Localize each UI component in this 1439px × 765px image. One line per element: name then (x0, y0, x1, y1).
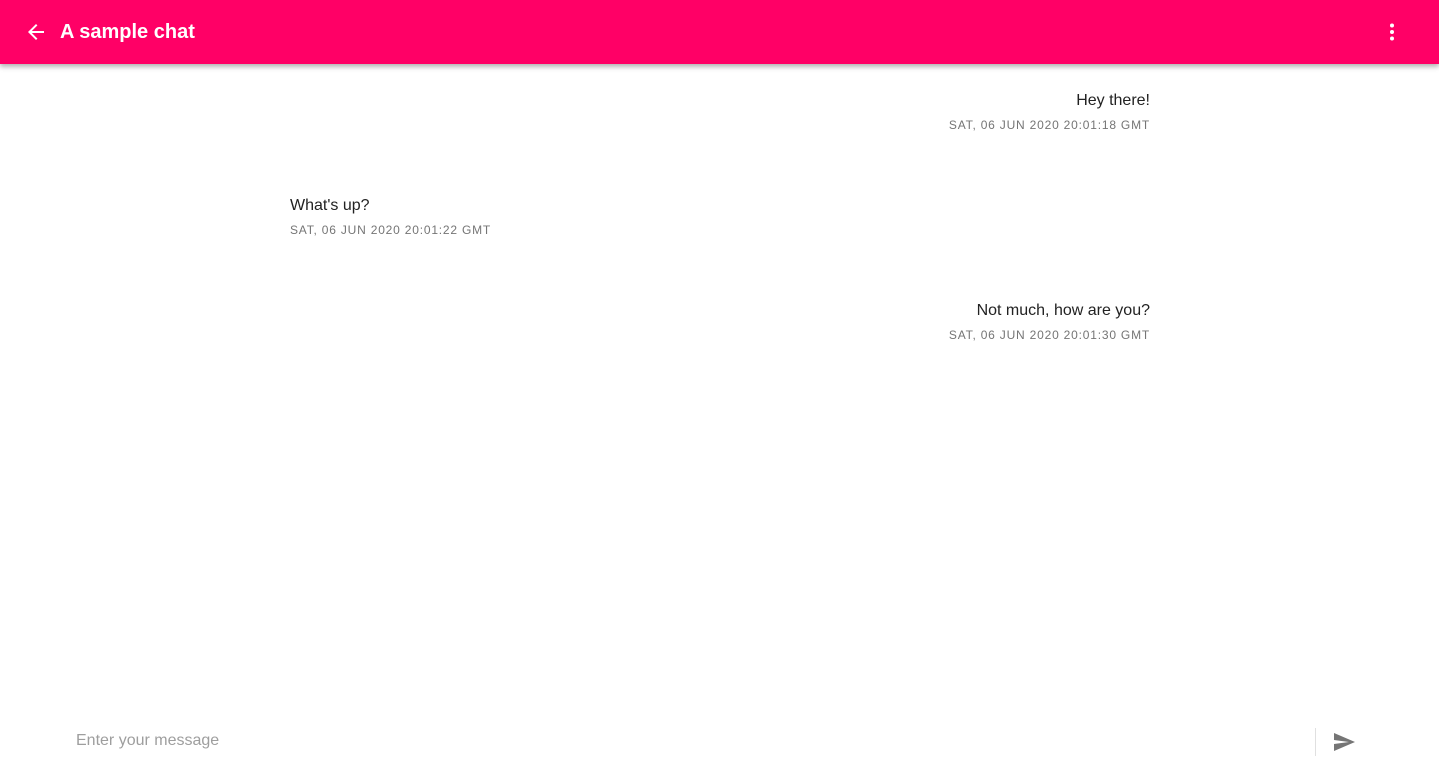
message-input[interactable] (76, 728, 1296, 754)
message-text: Hey there! (1076, 92, 1150, 109)
send-button[interactable] (1328, 728, 1360, 756)
message-item: Not much, how are you? SAT, 06 JUN 2020 … (290, 300, 1150, 343)
back-button[interactable] (20, 16, 52, 48)
message-text: Not much, how are you? (976, 302, 1150, 319)
app-toolbar: A sample chat (0, 0, 1439, 64)
message-composer (0, 716, 1439, 765)
message-list: Hey there! SAT, 06 JUN 2020 20:01:18 GMT… (0, 64, 1439, 704)
composer-divider (1315, 728, 1316, 756)
message-timestamp: SAT, 06 JUN 2020 20:01:18 GMT (948, 118, 1150, 132)
chat-app: A sample chat Hey there! SAT, 06 JUN 202… (0, 0, 1439, 765)
send-icon (1334, 733, 1355, 751)
arrow-left-icon (28, 24, 44, 40)
message-timestamp: SAT, 06 JUN 2020 20:01:30 GMT (948, 328, 1150, 342)
message-item: Hey there! SAT, 06 JUN 2020 20:01:18 GMT (290, 90, 1150, 133)
message-text: What's up? (290, 197, 370, 214)
chat-title: A sample chat (60, 21, 195, 43)
more-vertical-icon (1390, 23, 1394, 41)
message-timestamp: SAT, 06 JUN 2020 20:01:22 GMT (290, 223, 492, 237)
message-item: What's up? SAT, 06 JUN 2020 20:01:22 GMT (290, 195, 1150, 238)
more-options-button[interactable] (1376, 16, 1408, 48)
